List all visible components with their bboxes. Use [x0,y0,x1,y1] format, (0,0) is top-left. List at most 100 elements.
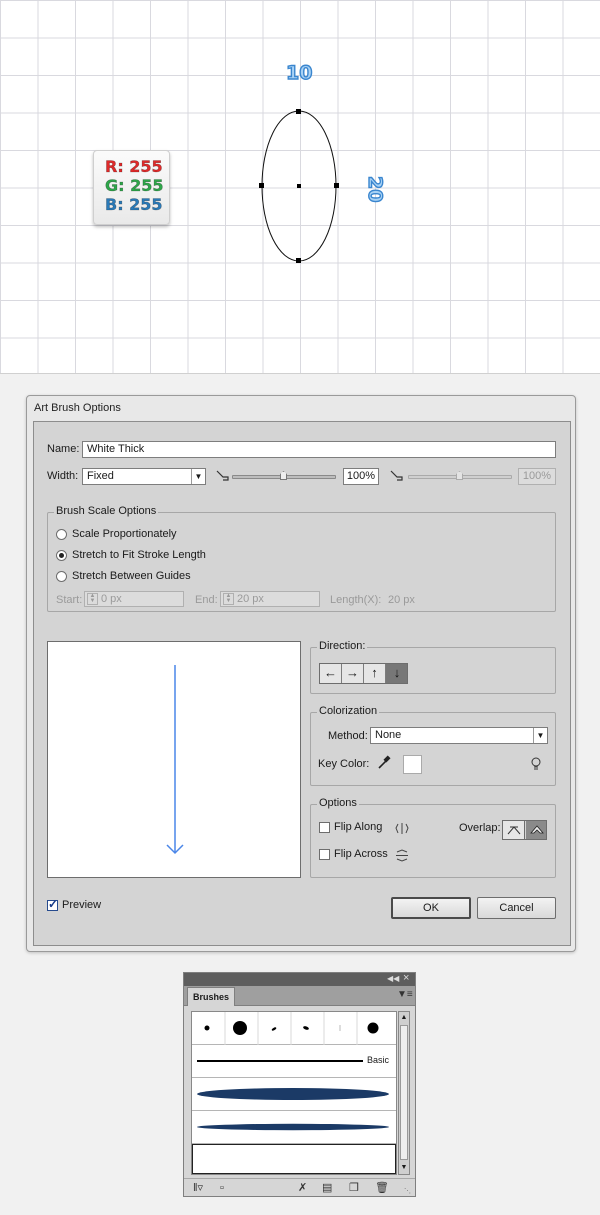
flip-along-label: Flip Along [334,821,383,833]
new-brush-icon[interactable]: ❐ [349,1182,359,1194]
method-label: Method: [328,730,368,742]
anchor-point-right[interactable] [334,183,339,188]
basic-brush-stroke [197,1060,363,1062]
flip-across-row[interactable]: Flip Across [319,848,388,860]
direction-right-button[interactable]: → [342,664,364,683]
brush-preview-area [47,641,301,878]
length-value: 20 px [388,594,415,606]
trash-icon[interactable]: 🗑 [375,1182,389,1194]
anchor-point-bottom[interactable] [296,258,301,263]
panel-footer-toolbar: ‖▿ ▫ ✗ ▤ ❐ 🗑 ⋱ [184,1178,415,1196]
flip-across-label: Flip Across [334,848,388,860]
width-dimension-label: 10 [285,61,313,84]
chevron-down-icon: ▼ [533,728,547,743]
lightbulb-tips-icon[interactable] [530,757,542,772]
flip-along-row[interactable]: Flip Along [319,821,382,833]
scroll-thumb[interactable] [400,1025,408,1160]
scroll-down-icon[interactable]: ▼ [400,1163,408,1172]
collapse-panel-icon[interactable]: ◀◀ [387,974,399,983]
direction-group: Direction: ← → ↑ ↓ [310,640,556,694]
height-dimension-label: 20 [363,175,386,203]
cancel-button[interactable]: Cancel [477,897,556,919]
key-color-label: Key Color: [318,758,370,770]
brush-list-scrollbar[interactable]: ▲ ▼ [398,1011,410,1175]
anchor-point-left[interactable] [259,183,264,188]
preview-row[interactable]: Preview [47,897,101,911]
key-color-swatch[interactable] [403,755,422,774]
direction-buttons: ← → ↑ ↓ [319,663,408,684]
dialog-body: Name: White Thick Width: Fixed ▼ 100% 10… [33,421,571,946]
stepper-arrows-icon: ▲ ▼ [87,593,98,605]
radio-circle[interactable] [56,549,67,561]
tab-brushes[interactable]: Brushes [187,987,235,1006]
flip-along-checkbox[interactable] [319,821,330,833]
scroll-up-icon[interactable]: ▲ [400,1013,408,1022]
method-dropdown[interactable]: None ▼ [370,727,548,744]
radio-scale-proportionately[interactable]: Scale Proportionately [56,527,177,541]
brushes-panel: ◀◀ × Brushes ▼≡ Basic ▲ ▼ ‖▿ ▫ ✗ ▤ ❐ 🗑 ⋱ [183,972,416,1197]
basic-brush-row[interactable]: Basic [192,1045,396,1078]
brush-dot-oval[interactable] [303,1025,310,1030]
down-arrow-preview [166,665,184,855]
panel-menu-icon[interactable]: ▼≡ [397,989,413,1000]
artboard-canvas[interactable]: 10 20 R: 255 G: 255 B: 255 [0,0,600,374]
direction-title: Direction: [317,640,368,652]
thin-brush-stroke [197,1123,389,1131]
variation-percent-input: 100% [518,468,556,485]
panel-tab-strip: Brushes ▼≡ [184,986,415,1006]
anchor-point-top[interactable] [296,109,301,114]
colorization-group: Colorization Method: None ▼ Key Color: [310,705,556,786]
overlap-no-adjust-button[interactable] [526,821,546,839]
variation-slider-thumb [456,471,463,480]
brush-dot-small[interactable] [204,1025,210,1031]
panel-title-bar[interactable]: ◀◀ × [184,972,415,986]
brush-dot-medium[interactable] [367,1022,379,1034]
brush-dot-large[interactable] [233,1021,247,1035]
brush-list: Basic [191,1011,397,1175]
brush-name-input[interactable]: White Thick [82,441,556,458]
options-group: Options Flip Along Flip Across Overlap: [310,797,556,878]
new-brush-row[interactable] [192,1144,396,1174]
ok-button[interactable]: OK [391,897,471,919]
radio-stretch-to-fit[interactable]: Stretch to Fit Stroke Length [56,548,206,562]
overlap-buttons [502,820,547,840]
width-dropdown[interactable]: Fixed ▼ [82,468,206,485]
end-label: End: [195,594,218,606]
brush-options-icon[interactable]: ▤ [322,1182,332,1194]
overlap-no-adjust-icon [530,825,544,834]
art-brush-thin-row[interactable] [192,1111,396,1144]
radio-stretch-between-guides[interactable]: Stretch Between Guides [56,569,191,583]
radio-circle[interactable] [56,570,67,582]
direction-left-button[interactable]: ← [320,664,342,683]
eyedropper-icon[interactable] [376,755,391,771]
width-percent-input[interactable]: 100% [343,468,379,485]
brush-swatches [204,1012,379,1045]
end-input: ▲ ▼ 20 px [220,591,320,607]
close-icon[interactable]: × [403,972,409,984]
blue-value: B: 255 [105,195,163,215]
preview-checkbox[interactable] [47,897,58,911]
width-dropdown-value: Fixed [87,470,114,482]
green-value: G: 255 [105,176,164,196]
width-slider-thumb[interactable] [280,471,287,480]
ellipse-shape[interactable] [255,106,345,268]
resize-grip-icon[interactable]: ⋱ [404,1187,411,1195]
flip-along-icon [395,823,409,834]
width-pin-icon [216,470,229,481]
width-label: Width: [47,470,79,482]
radio-circle[interactable] [56,528,67,540]
overlap-adjust-button[interactable] [503,821,525,839]
direction-up-button[interactable]: ↑ [364,664,386,683]
center-point [297,184,301,188]
brush-libraries-icon[interactable]: ‖▿ [193,1182,203,1194]
variation-pin-icon [390,470,403,481]
flip-across-checkbox[interactable] [319,848,330,860]
chevron-down-icon: ▼ [191,469,205,484]
direction-down-button[interactable]: ↓ [386,664,407,683]
remove-brush-stroke-icon[interactable]: ✗ [298,1182,307,1194]
radio-label: Stretch to Fit Stroke Length [72,549,206,561]
art-brush-thick-row[interactable] [192,1078,396,1111]
brush-library-folder-icon[interactable]: ▫ [220,1182,224,1194]
brush-dot-angled[interactable] [271,1027,277,1032]
method-dropdown-value: None [375,729,402,741]
